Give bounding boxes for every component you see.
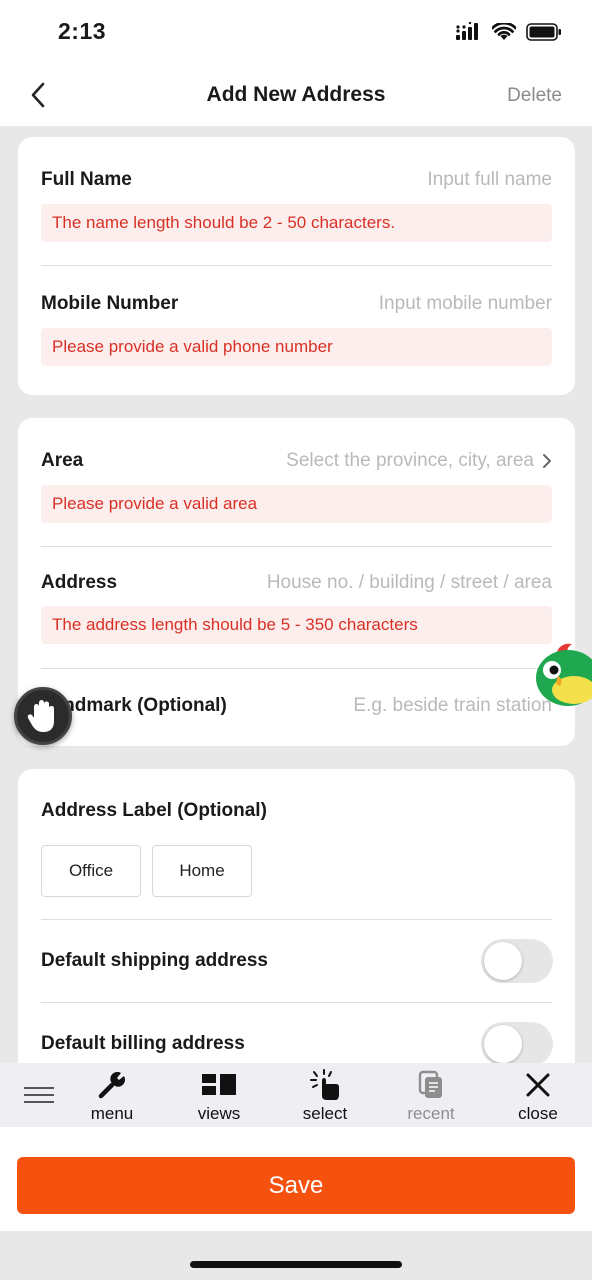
area-field[interactable]: Area Select the province, city, area Ple… — [41, 418, 552, 546]
mobile-field[interactable]: Mobile Number Input mobile number Please… — [41, 266, 552, 395]
area-select[interactable]: Select the province, city, area — [286, 450, 552, 472]
toolbar-views[interactable]: views — [179, 1069, 259, 1124]
full-name-input[interactable]: Input full name — [427, 169, 552, 191]
address-error: The address length should be 5 - 350 cha… — [41, 606, 552, 644]
status-bar: 2:13 — [0, 0, 592, 64]
mobile-input[interactable]: Input mobile number — [379, 293, 552, 315]
signal-icon — [456, 21, 482, 47]
chip-home[interactable]: Home — [152, 845, 252, 897]
bird-mascot-icon — [536, 643, 592, 706]
save-area: Save — [0, 1127, 592, 1231]
home-indicator — [190, 1261, 402, 1268]
default-billing-toggle[interactable] — [481, 1022, 553, 1066]
default-billing-label: Default billing address — [41, 1033, 245, 1054]
default-shipping-row: Default shipping address — [41, 920, 552, 1003]
address-field[interactable]: Address House no. / building / street / … — [41, 547, 552, 668]
contact-card: Full Name Input full name The name lengt… — [18, 137, 575, 395]
chip-office[interactable]: Office — [41, 845, 141, 897]
assistive-toolbar: menu views select recent close — [0, 1063, 592, 1127]
toolbar-close-label: close — [518, 1104, 558, 1123]
save-button[interactable]: Save — [17, 1157, 575, 1214]
address-label-title: Address Label (Optional) — [41, 800, 267, 821]
default-shipping-label: Default shipping address — [41, 950, 268, 971]
toolbar-recent[interactable]: recent — [391, 1069, 471, 1124]
address-input[interactable]: House no. / building / street / area — [267, 572, 552, 594]
page-title: Add New Address — [206, 83, 386, 106]
select-pointer-icon — [308, 1069, 342, 1101]
hamburger-icon[interactable] — [24, 1087, 54, 1108]
mobile-label: Mobile Number — [41, 293, 179, 314]
toolbar-recent-label: recent — [407, 1104, 455, 1123]
address-label: Address — [41, 572, 118, 593]
full-name-error: The name length should be 2 - 50 charact… — [41, 204, 552, 242]
close-icon — [526, 1069, 550, 1101]
toggle-knob — [484, 942, 522, 980]
area-placeholder: Select the province, city, area — [286, 450, 534, 471]
options-card: Address Label (Optional) Office Home Def… — [18, 769, 575, 1089]
area-label: Area — [41, 450, 84, 471]
floating-hand-button[interactable] — [14, 687, 72, 745]
status-time: 2:13 — [58, 18, 107, 44]
toolbar-views-label: views — [197, 1104, 241, 1123]
area-error: Please provide a valid area — [41, 485, 552, 523]
address-label-section: Address Label (Optional) Office Home — [41, 769, 552, 919]
toggle-knob — [484, 1025, 522, 1063]
landmark-input[interactable]: E.g. beside train station — [353, 695, 552, 717]
mascot-bird[interactable] — [534, 640, 592, 708]
toolbar-close[interactable]: close — [498, 1069, 578, 1124]
chevron-right-icon — [543, 454, 551, 468]
views-icon — [201, 1069, 237, 1101]
delete-button[interactable]: Delete — [507, 85, 562, 107]
wrench-icon — [97, 1069, 127, 1101]
recent-icon — [417, 1069, 445, 1101]
wifi-icon — [491, 21, 517, 46]
landmark-field[interactable]: Landmark (Optional) E.g. beside train st… — [41, 669, 552, 746]
mobile-error: Please provide a valid phone number — [41, 328, 552, 366]
status-icons — [456, 21, 562, 47]
location-card: Area Select the province, city, area Ple… — [18, 418, 575, 746]
toolbar-menu[interactable]: menu — [72, 1069, 152, 1124]
full-name-label: Full Name — [41, 169, 132, 190]
full-name-field[interactable]: Full Name Input full name The name lengt… — [41, 137, 552, 265]
hand-icon — [27, 700, 54, 732]
toolbar-select-label: select — [302, 1104, 348, 1123]
battery-icon — [526, 23, 562, 46]
toolbar-select[interactable]: select — [285, 1069, 365, 1124]
nav-bar: Add New Address Delete — [0, 64, 592, 126]
default-shipping-toggle[interactable] — [481, 939, 553, 983]
toolbar-menu-label: menu — [90, 1104, 134, 1123]
